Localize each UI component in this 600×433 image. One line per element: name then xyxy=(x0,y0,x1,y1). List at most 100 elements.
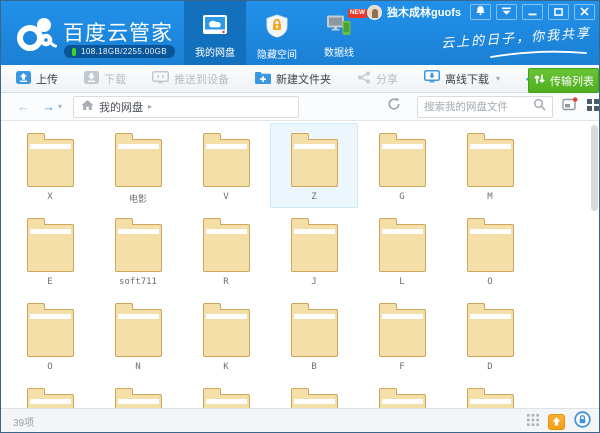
slogan-underline xyxy=(489,47,589,65)
new-folder-button[interactable]: 新建文件夹 xyxy=(255,71,331,87)
nine-dots-icon xyxy=(527,413,539,431)
push-to-device-button[interactable]: 推送到设备 xyxy=(152,71,229,87)
notification-bell-button[interactable] xyxy=(470,4,491,20)
folder-icon xyxy=(27,139,74,187)
user-avatar[interactable] xyxy=(367,5,382,20)
folder-label: K xyxy=(223,362,228,373)
folder-tile[interactable] xyxy=(182,378,270,408)
shield-lock-icon xyxy=(265,14,289,43)
maximize-button[interactable] xyxy=(548,4,569,20)
folder-icon xyxy=(467,224,514,272)
folder-icon xyxy=(115,224,162,272)
storage-indicator-icon xyxy=(72,48,76,56)
folder-label: soft711 xyxy=(119,277,157,288)
folder-tile[interactable]: 电影 xyxy=(94,123,182,208)
navigation-bar: ← → ▾ 我的网盘 ▸ xyxy=(1,93,599,121)
folder-icon xyxy=(291,309,338,357)
folder-tile[interactable]: soft711 xyxy=(94,208,182,293)
back-button[interactable]: ← xyxy=(17,100,30,113)
folder-tile[interactable] xyxy=(358,378,446,408)
folder-tile[interactable]: D xyxy=(446,293,534,378)
main-menu-button[interactable] xyxy=(496,4,517,20)
upload-button[interactable]: 上传 xyxy=(16,71,58,87)
folder-label: J xyxy=(311,277,316,288)
folder-label: O xyxy=(47,362,52,373)
minimize-icon xyxy=(528,3,537,21)
folder-tile[interactable]: O xyxy=(6,293,94,378)
breadcrumb[interactable]: 我的网盘 ▸ xyxy=(73,96,299,118)
search-icon[interactable] xyxy=(533,98,546,116)
folder-tile[interactable]: J xyxy=(270,208,358,293)
folder-tile[interactable]: N xyxy=(94,293,182,378)
folder-icon xyxy=(27,394,74,408)
folder-label: G xyxy=(399,192,404,203)
storage-text: 108.18GB/2255.00GB xyxy=(81,47,167,56)
new-badge: NEW xyxy=(348,9,367,18)
folder-label: V xyxy=(223,192,228,203)
history-dropdown-icon[interactable]: ▾ xyxy=(58,102,62,111)
folder-tile[interactable]: G xyxy=(358,123,446,208)
folder-tile[interactable] xyxy=(446,378,534,408)
folder-tile[interactable]: O xyxy=(446,208,534,293)
folder-icon xyxy=(467,394,514,408)
folder-tile[interactable]: B xyxy=(270,293,358,378)
scrollbar-thumb[interactable] xyxy=(591,125,598,211)
grid-view-button[interactable] xyxy=(587,98,599,116)
folder-tile[interactable]: X xyxy=(6,123,94,208)
download-button[interactable]: 下载 xyxy=(84,71,126,87)
push-to-device-icon xyxy=(152,71,169,87)
folder-icon xyxy=(291,224,338,272)
offline-download-icon xyxy=(424,70,440,87)
status-bar: 39项 xyxy=(1,408,599,433)
breadcrumb-root-label[interactable]: 我的网盘 xyxy=(99,99,143,115)
apps-grid-button[interactable] xyxy=(527,413,539,431)
quick-upload-button[interactable] xyxy=(548,414,565,430)
tab-hidden-space[interactable]: 隐藏空间 xyxy=(246,1,308,65)
folder-tile[interactable]: K xyxy=(182,293,270,378)
folder-icon xyxy=(115,394,162,408)
folder-label: E xyxy=(47,277,52,288)
offline-download-label: 离线下载 xyxy=(445,71,489,87)
folder-label: Z xyxy=(311,192,316,203)
folder-tile[interactable]: E xyxy=(6,208,94,293)
folder-tile[interactable]: V xyxy=(182,123,270,208)
storage-pill: 108.18GB/2255.00GB xyxy=(64,45,175,58)
folder-tile[interactable] xyxy=(6,378,94,408)
folder-label: N xyxy=(135,362,140,373)
folder-tile[interactable] xyxy=(94,378,182,408)
folder-tile[interactable]: M xyxy=(446,123,534,208)
folder-tile[interactable]: Z xyxy=(270,123,358,208)
transfer-arrows-icon xyxy=(533,73,546,88)
folder-tile[interactable] xyxy=(270,378,358,408)
forward-button[interactable]: → xyxy=(42,100,55,113)
search-input[interactable] xyxy=(424,101,533,113)
list-view-button[interactable] xyxy=(562,97,578,116)
offline-download-dropdown-icon[interactable]: ▾ xyxy=(496,74,500,83)
folder-icon xyxy=(379,309,426,357)
folder-label: L xyxy=(399,277,404,288)
folder-tile[interactable]: F xyxy=(358,293,446,378)
tab-data-line-label: 数据线 xyxy=(324,44,354,59)
minimize-button[interactable] xyxy=(522,4,543,20)
folder-icon xyxy=(115,139,162,187)
refresh-button[interactable] xyxy=(387,97,401,116)
new-folder-icon xyxy=(255,71,271,87)
tab-hidden-space-label: 隐藏空间 xyxy=(257,46,297,61)
app-title: 百度云管家 xyxy=(63,17,173,47)
close-icon xyxy=(580,3,589,21)
transfer-list-button[interactable]: 传输列表 xyxy=(528,68,599,93)
breadcrumb-arrow-icon: ▸ xyxy=(148,102,152,111)
share-button[interactable]: 分享 xyxy=(357,71,398,87)
offline-download-button[interactable]: 离线下载 ▾ xyxy=(424,70,500,87)
tab-data-line[interactable]: NEW 数据线 xyxy=(308,1,370,65)
tab-my-drive[interactable]: 我的网盘 xyxy=(184,1,246,65)
close-button[interactable] xyxy=(574,4,595,20)
folder-icon xyxy=(379,224,426,272)
folder-icon xyxy=(27,309,74,357)
transfer-list-label: 传输列表 xyxy=(550,73,594,89)
hidden-space-lock-button[interactable] xyxy=(574,411,591,433)
folder-tile[interactable]: R xyxy=(182,208,270,293)
new-folder-label: 新建文件夹 xyxy=(276,71,331,87)
folder-tile[interactable]: L xyxy=(358,208,446,293)
folder-icon xyxy=(291,394,338,408)
